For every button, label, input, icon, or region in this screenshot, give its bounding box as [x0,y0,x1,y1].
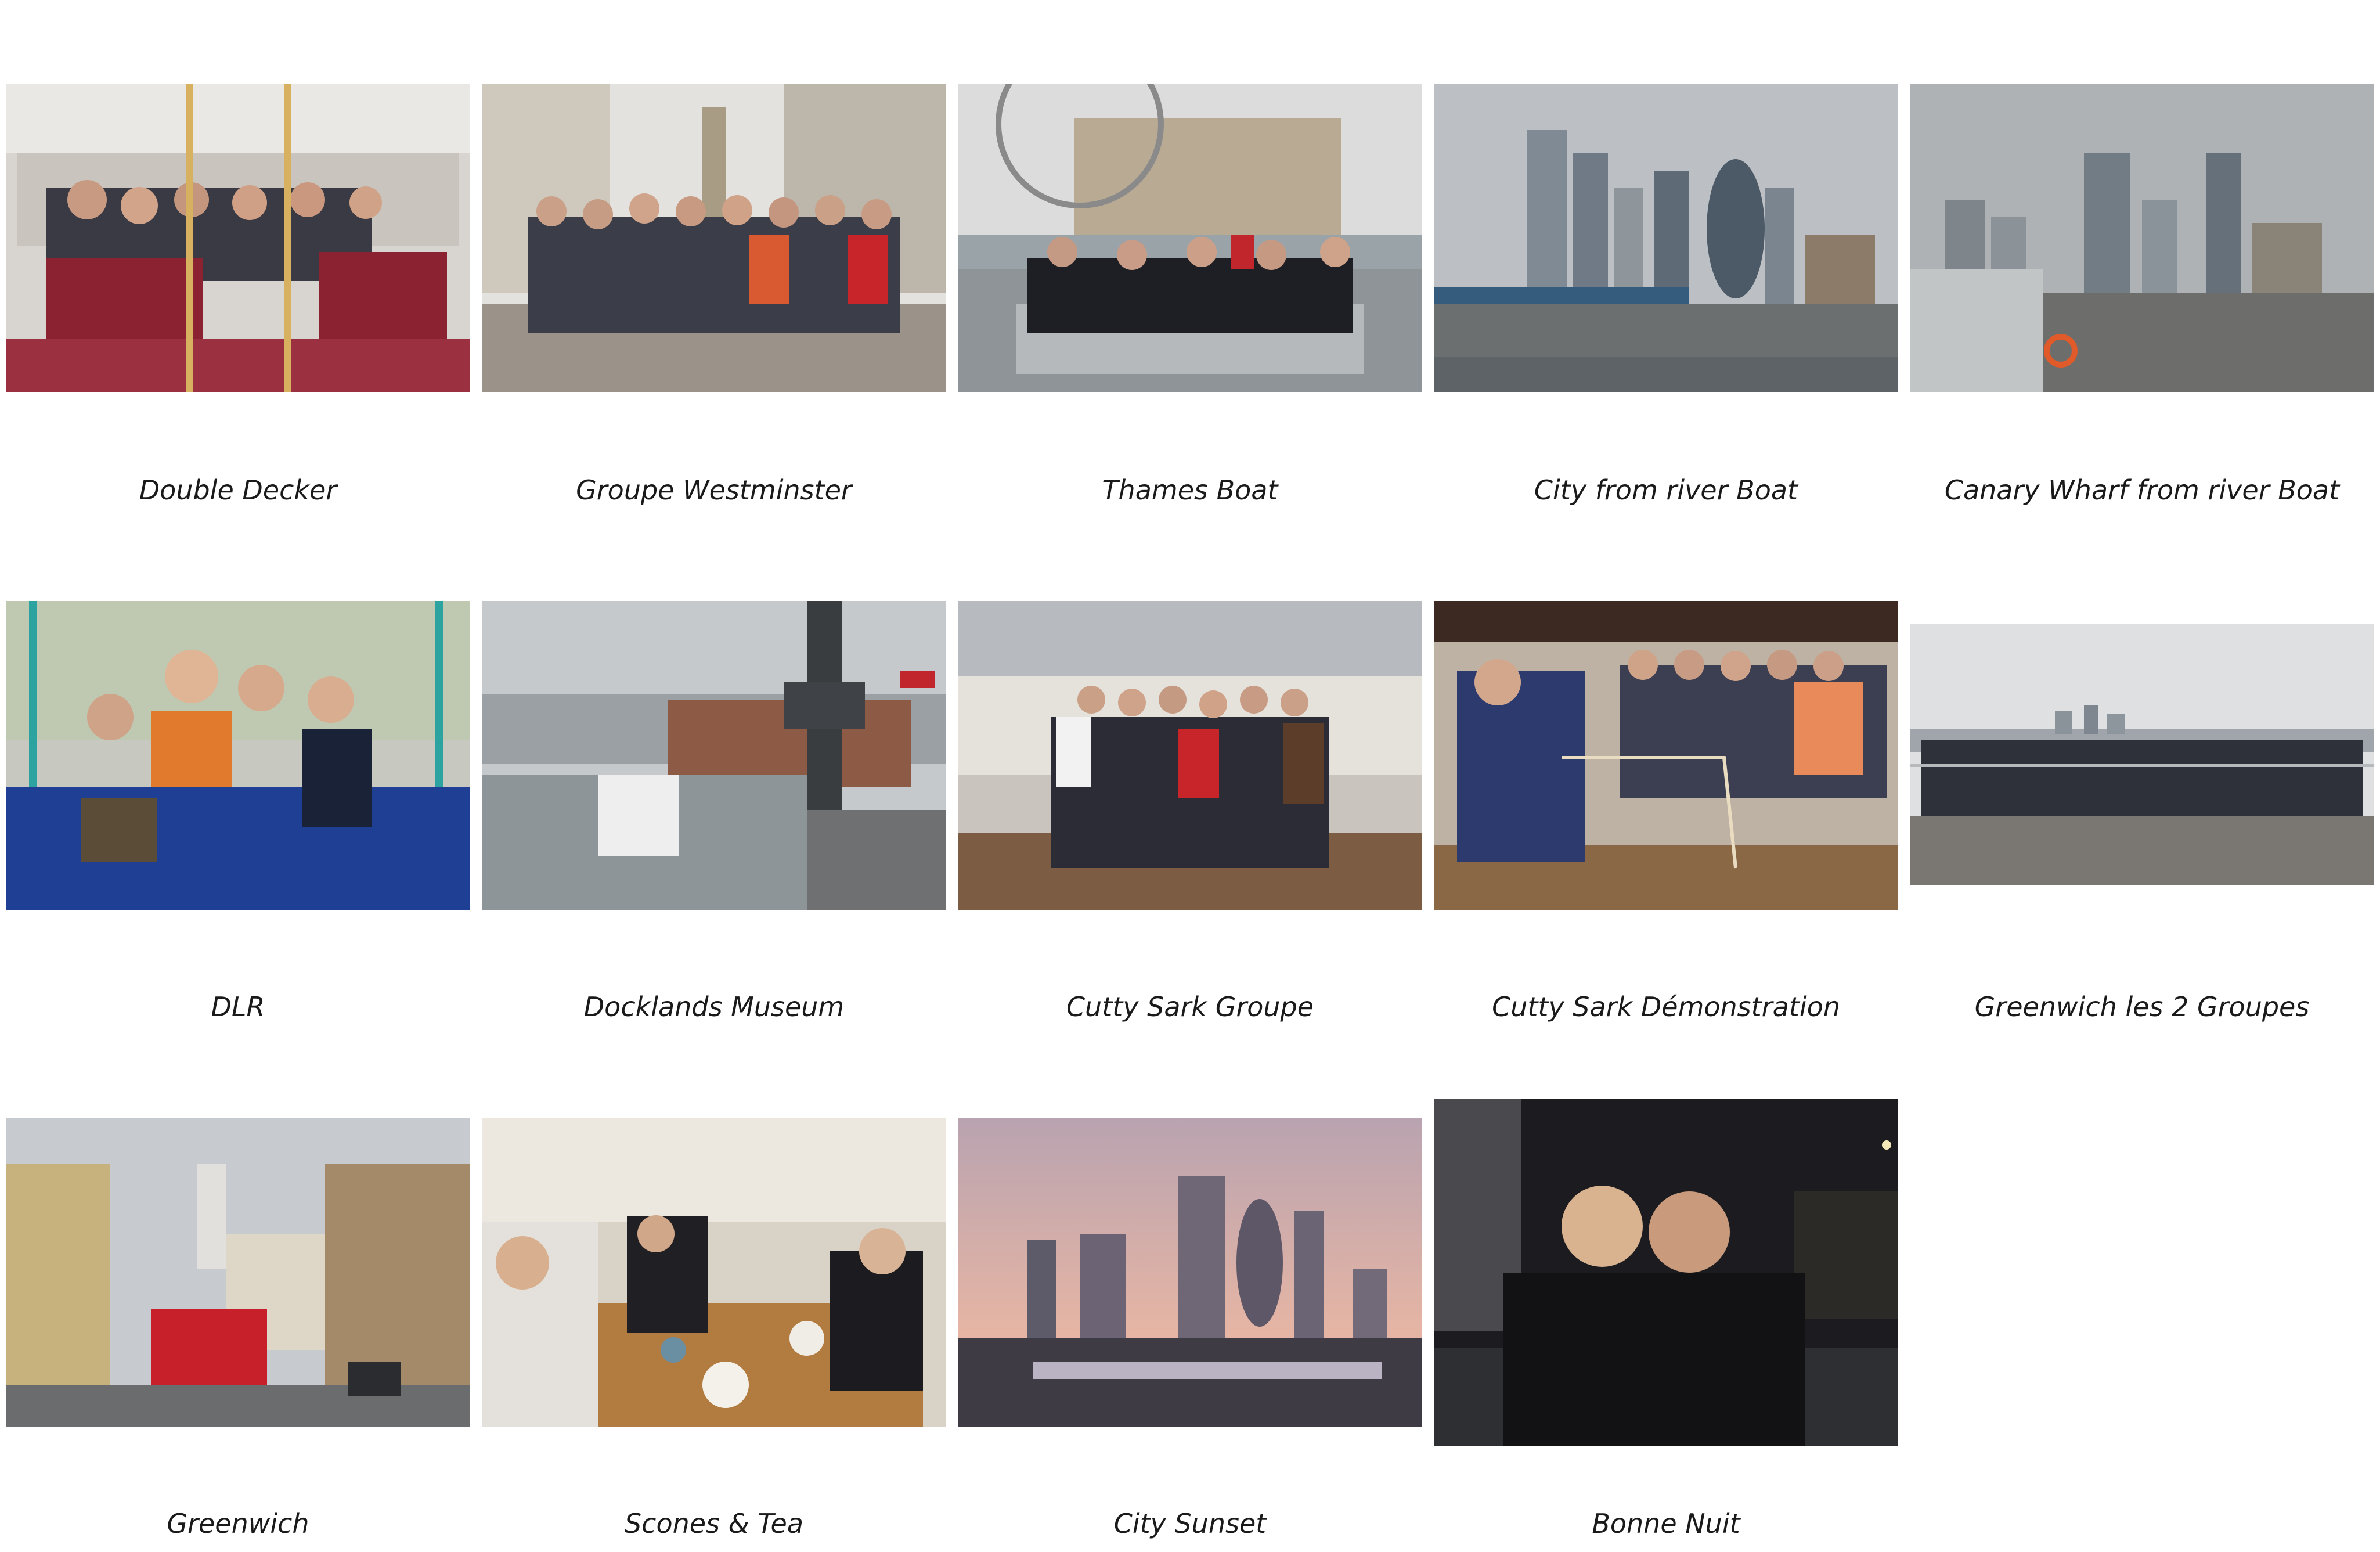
dlr-train-interior-photo[interactable] [6,601,470,910]
greenwich-two-groups-photo[interactable] [1910,624,2374,885]
gallery-item-caption: Bonne Nuit [1592,1508,1740,1539]
canary-wharf-from-river-photo[interactable] [1910,84,2374,392]
photo-gallery: Double Decker Groupe Westminster Thames … [0,0,2380,1552]
city-sunset-photo[interactable] [958,1118,1422,1427]
gallery-item-caption: Docklands Museum [583,991,845,1022]
thames-boat-photo[interactable] [958,84,1422,392]
gallery-item-caption: Greenwich [167,1508,309,1539]
gallery-item-caption: Cutty Sark Démonstration [1492,991,1840,1022]
group-westminster-photo[interactable] [482,84,946,392]
docklands-museum-photo[interactable] [482,601,946,910]
cutty-sark-group-photo[interactable] [958,601,1422,910]
scones-and-tea-photo[interactable] [482,1118,946,1427]
gallery-item-caption: Groupe Westminster [576,474,852,506]
gallery-item-caption: City from river Boat [1534,474,1798,506]
cutty-sark-demonstration-photo[interactable] [1434,601,1898,910]
double-decker-bus-interior-photo[interactable] [6,84,470,392]
city-skyline-from-river-photo[interactable] [1434,84,1898,392]
greenwich-street-photo[interactable] [6,1118,470,1427]
gallery-item-caption: Cutty Sark Groupe [1066,991,1314,1022]
gallery-item-caption: City Sunset [1113,1508,1267,1539]
gallery-item-caption: DLR [211,991,265,1022]
gallery-item-caption: Canary Wharf from river Boat [1944,474,2340,506]
bonne-nuit-night-photo[interactable] [1434,1099,1898,1446]
gallery-item-caption: Scones & Tea [624,1508,804,1539]
gallery-item-caption: Greenwich les 2 Groupes [1974,991,2310,1022]
gallery-item-caption: Thames Boat [1102,474,1278,506]
gallery-item-caption: Double Decker [139,474,337,506]
